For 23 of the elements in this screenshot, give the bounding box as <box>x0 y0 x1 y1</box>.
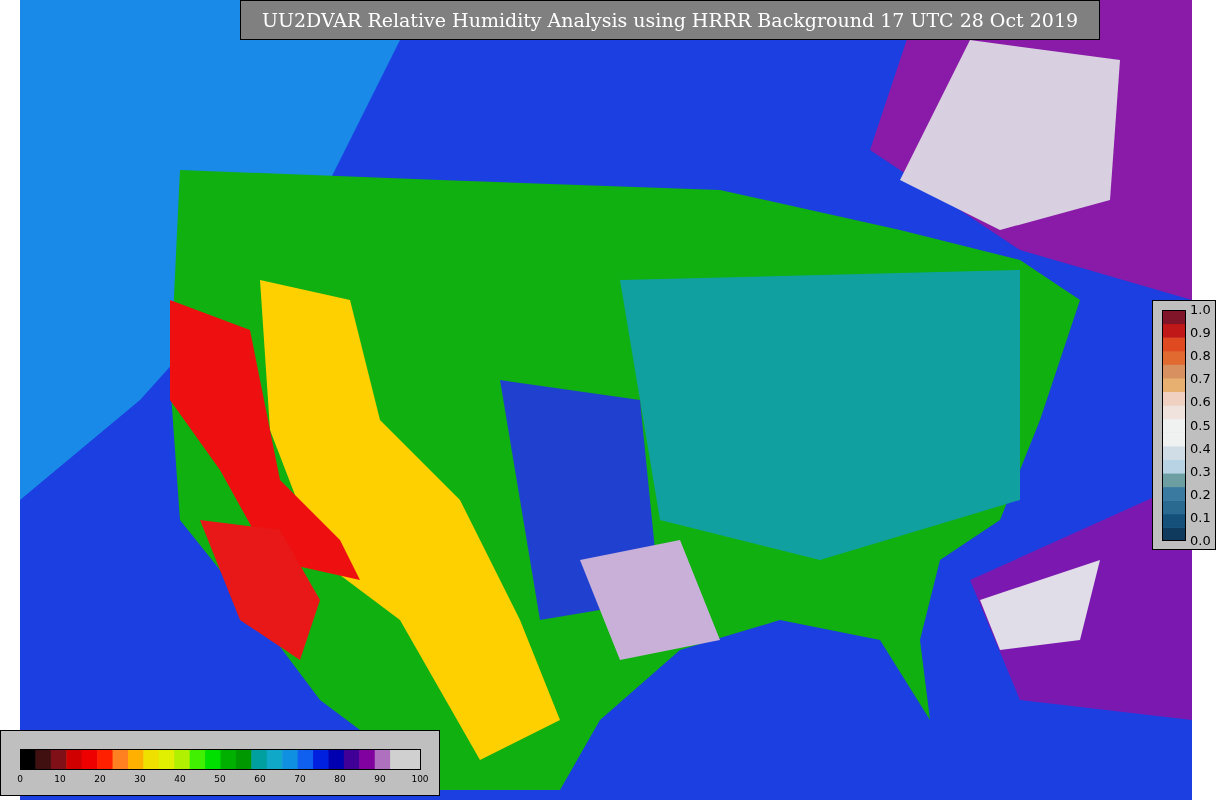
tick-label: 40 <box>173 774 187 785</box>
tick-label: 0 <box>16 774 24 785</box>
tick-label: 0.1 <box>1190 509 1211 526</box>
tick-label: 0.0 <box>1190 533 1211 549</box>
tick-label: 70 <box>293 774 307 785</box>
tick-label: 0.2 <box>1190 486 1211 503</box>
tick-label: 90 <box>373 774 387 785</box>
tick-label: 0.6 <box>1190 394 1211 411</box>
tick-label: 0.3 <box>1190 463 1211 480</box>
tick-label: 0.5 <box>1190 417 1211 434</box>
tick-label: 100 <box>410 774 430 785</box>
tick-label: 80 <box>333 774 347 785</box>
tick-label: 10 <box>53 774 67 785</box>
chart-title: UU2DVAR Relative Humidity Analysis using HRRR Background 17 UTC 28 Oct 2019 <box>240 0 1100 40</box>
tick-label: 0.8 <box>1190 348 1211 365</box>
tick-label: 0.7 <box>1190 371 1211 388</box>
tick-label: 0.4 <box>1190 440 1211 457</box>
tick-label: 0.9 <box>1190 325 1211 342</box>
tick-label: 50 <box>213 774 227 785</box>
tick-label: 30 <box>133 774 147 785</box>
tick-label: 1.0 <box>1190 302 1211 318</box>
tick-label: 20 <box>93 774 107 785</box>
tick-label: 60 <box>253 774 267 785</box>
